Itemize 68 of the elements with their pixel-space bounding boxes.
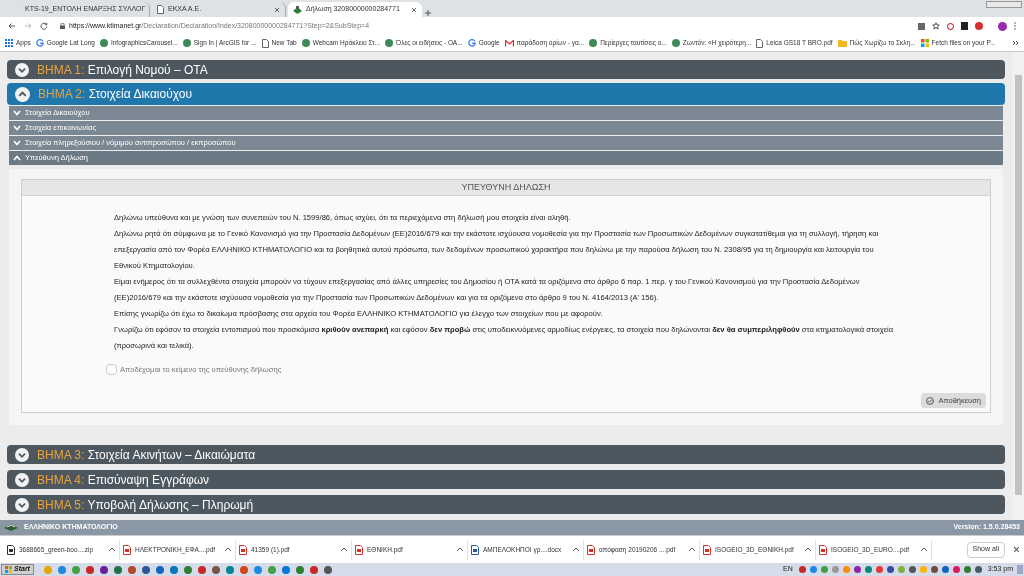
windows-logo-icon (920, 39, 929, 47)
step-title: ΒΗΜΑ 1: Επιλογή Νομού – ΟΤΑ (37, 61, 208, 79)
star-icon[interactable] (932, 22, 940, 30)
chevron-down-icon (15, 447, 29, 462)
globe-icon (182, 39, 191, 47)
file-icon (819, 544, 827, 555)
chevron-up-icon (13, 155, 21, 161)
step-title: ΒΗΜΑ 5: Υποβολή Δήλωσης – Πληρωμή (37, 496, 254, 514)
folder-icon (837, 39, 847, 47)
file-icon (7, 544, 15, 555)
mail-icon (504, 39, 514, 47)
caret-icon[interactable] (804, 545, 812, 554)
file-icon (123, 544, 131, 555)
caret-icon[interactable] (456, 545, 464, 554)
site-icon (293, 5, 302, 14)
page-icon (157, 5, 164, 14)
globe-icon (99, 39, 108, 47)
file-icon (355, 544, 363, 555)
google-icon (35, 39, 44, 47)
apps-grid-icon (5, 39, 13, 47)
chevron-down-icon (15, 472, 29, 487)
chevron-down-icon (15, 62, 29, 77)
globe-icon (385, 39, 394, 47)
accept-checkbox[interactable] (106, 364, 117, 376)
window-controls-icon[interactable] (986, 1, 1022, 8)
step-title: ΒΗΜΑ 2: Στοιχεία Δικαιούχου (38, 86, 192, 103)
step-header[interactable]: ΒΗΜΑ 5: Υποβολή Δήλωσης – Πληρωμή (7, 495, 1005, 514)
reload-icon[interactable] (40, 22, 48, 30)
close-icon[interactable] (274, 6, 280, 13)
caret-icon[interactable] (572, 545, 580, 554)
cadastre-logo-icon (4, 523, 18, 532)
file-icon (587, 544, 595, 555)
step-title: ΒΗΜΑ 3: Στοιχεία Ακινήτων – Δικαιώματα (37, 446, 256, 464)
caret-icon[interactable] (920, 545, 928, 554)
card-header: ΥΠΕΥΘΥΝΗ ΔΗΛΩΣΗ (22, 180, 990, 196)
page-icon (261, 38, 269, 48)
caret-icon[interactable] (224, 545, 232, 554)
chevron-up-icon (15, 86, 30, 102)
caret-icon[interactable] (108, 545, 116, 554)
step-header[interactable]: ΒΗΜΑ 3: Στοιχεία Ακινήτων – Δικαιώματα (7, 445, 1005, 464)
step-header[interactable]: ΒΗΜΑ 2: Στοιχεία Δικαιούχου (7, 83, 1005, 105)
chevron-down-icon (15, 497, 29, 512)
globe-icon (671, 39, 680, 47)
file-icon (239, 544, 247, 555)
globe-icon (589, 39, 598, 47)
step-header[interactable]: ΒΗΜΑ 1: Επιλογή Νομού – ΟΤΑ (7, 60, 1005, 79)
back-icon[interactable] (8, 22, 16, 30)
step-title: ΒΗΜΑ 4: Επισύναψη Εγγράφων (37, 471, 210, 489)
lock-icon (60, 23, 65, 29)
google-icon (467, 39, 476, 47)
scrollbar[interactable] (1012, 52, 1024, 520)
check-circle-icon (926, 396, 935, 405)
caret-icon[interactable] (688, 545, 696, 554)
file-icon (703, 544, 711, 555)
profile-avatar[interactable] (998, 21, 1007, 31)
step-header[interactable]: ΒΗΜΑ 4: Επισύναψη Εγγράφων (7, 470, 1005, 489)
more-bookmarks-icon[interactable] (1012, 39, 1019, 47)
chevron-down-icon (13, 110, 21, 116)
caret-icon[interactable] (340, 545, 348, 554)
page-icon (756, 38, 764, 48)
chevron-down-icon (13, 140, 21, 146)
globe-icon (301, 39, 310, 47)
chevron-down-icon (13, 125, 21, 131)
new-tab-icon[interactable] (424, 9, 432, 17)
windows-logo-icon (5, 566, 12, 573)
file-icon (471, 544, 479, 555)
close-icon[interactable] (1013, 546, 1020, 553)
close-icon[interactable] (411, 6, 417, 13)
